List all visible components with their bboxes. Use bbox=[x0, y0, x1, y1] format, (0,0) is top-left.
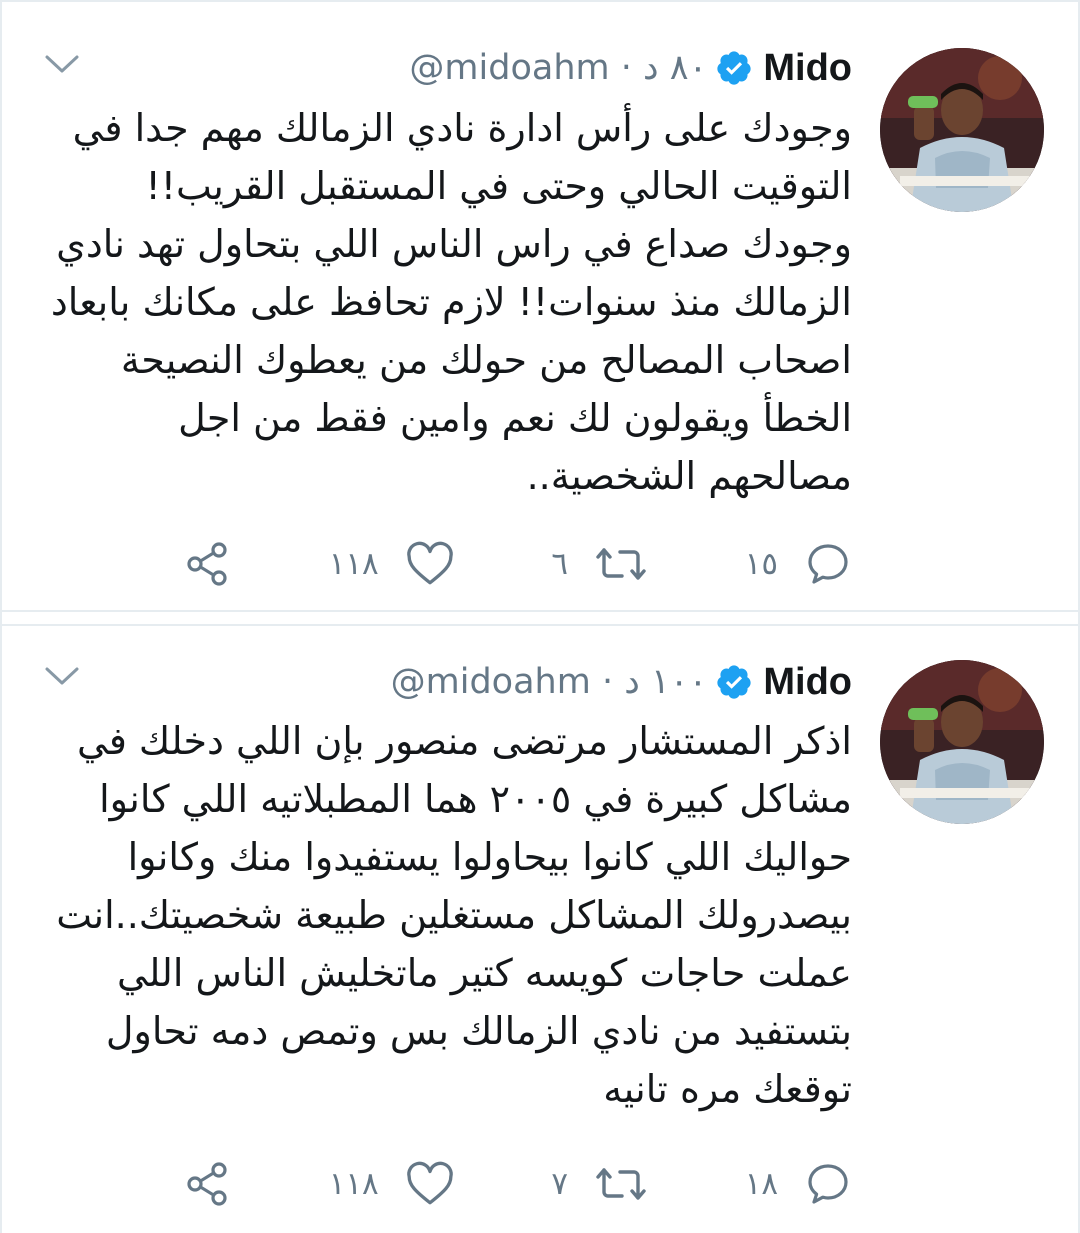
avatar[interactable] bbox=[880, 660, 1044, 824]
tweet-feed: Mido @midoahm · ٨٠ د وجودك على رأس ادارة… bbox=[0, 0, 1080, 1233]
share-icon bbox=[187, 1162, 227, 1206]
chevron-down-icon[interactable] bbox=[44, 664, 80, 688]
retweet-count: ٦ bbox=[551, 546, 568, 582]
display-name[interactable]: Mido bbox=[763, 661, 852, 704]
tweet-text: اذكر المستشار مرتضى منصور بإن اللي دخلك … bbox=[56, 719, 852, 1111]
reply-button[interactable]: ١٥ bbox=[745, 540, 852, 588]
separator: · bbox=[601, 662, 614, 702]
like-count: ١١٨ bbox=[328, 546, 379, 582]
reply-count: ١٥ bbox=[744, 546, 778, 582]
retweet-button[interactable]: ٦ bbox=[551, 540, 648, 588]
heart-icon bbox=[406, 1161, 453, 1205]
separator: · bbox=[620, 48, 632, 88]
tweet-text: وجودك على رأس ادارة نادي الزمالك مهم جدا… bbox=[50, 106, 852, 498]
tweet-header: Mido @midoahm · ١٠٠ د bbox=[391, 656, 852, 708]
handle-and-time: @midoahm · ٨٠ د bbox=[409, 48, 707, 88]
chevron-down-icon[interactable] bbox=[44, 52, 80, 76]
timestamp[interactable]: ١٠٠ د bbox=[624, 662, 707, 702]
retweet-icon bbox=[596, 548, 646, 580]
timestamp[interactable]: ٨٠ د bbox=[643, 48, 707, 88]
heart-icon bbox=[406, 541, 453, 585]
reply-count: ١٨ bbox=[744, 1166, 778, 1202]
like-button[interactable]: ١١٨ bbox=[329, 1160, 455, 1208]
share-icon bbox=[187, 542, 227, 586]
like-count: ١١٨ bbox=[328, 1166, 379, 1202]
avatar-photo bbox=[880, 48, 1044, 212]
share-button[interactable] bbox=[172, 540, 232, 588]
tweet-header: Mido @midoahm · ٨٠ د bbox=[409, 42, 852, 94]
tweet-card[interactable]: Mido @midoahm · ١٠٠ د اذكر المستشار مرتض… bbox=[2, 624, 1078, 1233]
share-button[interactable] bbox=[172, 1160, 232, 1208]
tweet-card[interactable]: Mido @midoahm · ٨٠ د وجودك على رأس ادارة… bbox=[2, 0, 1078, 612]
reply-icon bbox=[808, 544, 848, 584]
handle[interactable]: @midoahm bbox=[409, 48, 609, 88]
handle[interactable]: @midoahm bbox=[391, 662, 591, 702]
verified-badge-icon bbox=[717, 665, 751, 699]
retweet-icon bbox=[596, 1168, 646, 1200]
avatar[interactable] bbox=[880, 48, 1044, 212]
reply-button[interactable]: ١٨ bbox=[745, 1160, 852, 1208]
reply-icon bbox=[808, 1164, 848, 1204]
retweet-button[interactable]: ٧ bbox=[551, 1160, 648, 1208]
tweet-actions: ١٥ ٦ ١١٨ bbox=[172, 536, 852, 592]
display-name[interactable]: Mido bbox=[763, 47, 852, 90]
like-button[interactable]: ١١٨ bbox=[329, 540, 455, 588]
retweet-count: ٧ bbox=[551, 1166, 568, 1202]
avatar-photo bbox=[880, 660, 1044, 824]
verified-badge-icon bbox=[717, 51, 751, 85]
handle-and-time: @midoahm · ١٠٠ د bbox=[391, 662, 708, 702]
tweet-actions: ١٨ ٧ ١١٨ bbox=[172, 1156, 852, 1212]
